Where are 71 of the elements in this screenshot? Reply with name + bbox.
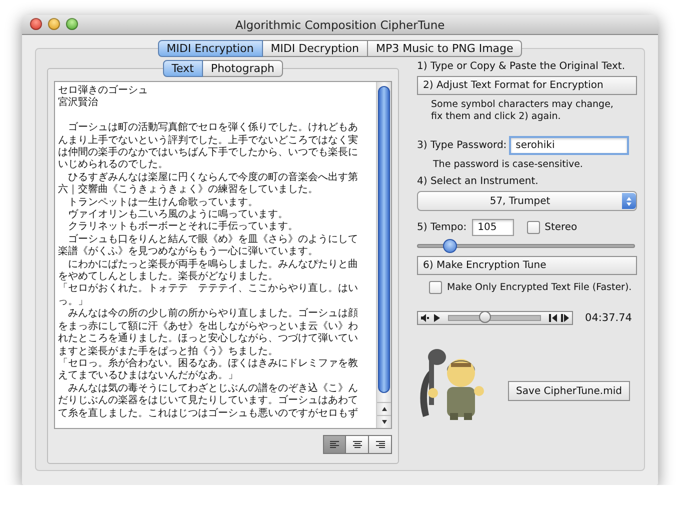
close-button[interactable] [30,18,42,30]
text-line: ゴーシュは町の活動写真館でセロを弾く係りでした。けれどもあ [67,122,359,134]
checkbox[interactable] [429,281,442,294]
text-line: て糸を直しました。これはじつはゴーシュも悪いのですがセロもず [58,408,359,420]
align-center-button[interactable] [346,435,369,454]
note-text: Some symbol characters may change, [431,99,614,111]
tab[interactable]: Text [162,60,203,77]
tab[interactable]: MIDI Decryption [262,40,368,57]
text-line: 六｜交響曲《こうきょうきょく》の練習をしていました。 [58,184,319,196]
minimize-button[interactable] [48,18,60,30]
instrument-label: 4) Select an Instrument. [417,176,540,187]
text-line: だりじぶんの楽器をはじいて見たりしています。ゴーシュはあわて [58,395,359,408]
instrument-select[interactable]: 57, Trumpet [417,191,637,211]
text-line: ヴァイオリンも二いろ風のように鳴っています。 [67,209,289,220]
time-readout: 04:37.74 [585,312,632,324]
text-line: クラリネットもボーボーとそれに手伝っています。 [67,221,299,234]
audio-player[interactable] [417,311,574,325]
tempo-slider[interactable] [417,239,635,253]
align-right-icon [374,440,386,449]
text-line: 宮沢賢治 [58,97,99,110]
align-left-icon [329,440,340,449]
password-label: 3) Type Password: [417,140,507,151]
text-line: にわかにぱたっと楽長が両手を鳴らしました。みんなぴたりと曲 [67,258,359,271]
text-line: 「セロっ。糸が合わない。困るなあ。ぼくはきみにドレミファを教 [58,358,359,370]
make-tune-button[interactable]: 6) Make Encryption Tune [417,256,637,275]
text-line: えてまでいるひまはないんだがなあ。」 [58,370,239,382]
text-line: ゴーシュも口をりんと結んで眼《め》を皿《さら》のようにして [67,234,359,246]
text-line: ひるすぎみんなは楽屋に円くならんで今度の町の音楽会へ出す第 [67,172,359,184]
align-right-button[interactable] [369,435,392,454]
checkbox[interactable] [526,221,540,234]
text-line: みんなは今の所の少し前の所からやり直しました。ゴーシュは顔 [67,308,359,320]
note-text: fix them and click 2) again. [431,111,562,123]
step-forward-icon[interactable] [561,314,570,322]
text-line: れたところを通りました。ほっと安心しながら、つづけて弾いてい [58,333,359,346]
play-icon[interactable] [434,314,440,322]
scrollbar[interactable] [376,82,391,428]
text-line: トランペットは一生けん命歌っています。 [67,196,259,209]
align-center-icon [352,440,362,449]
zoom-button[interactable] [66,18,78,30]
checkbox-label: Make Only Encrypted Text File (Faster). [447,282,632,293]
playhead[interactable] [479,311,492,323]
adjust-format-button[interactable]: 2) Adjust Text Format for Encryption [417,76,637,95]
text-line: は仲間の楽手のなかではいちばん下手でしたから、いつでも楽長に [58,147,359,160]
text-line: ますと楽長がまた手をぱっと拍《う》ちました。 [58,346,279,358]
text-line: 楽譜《がくふ》を見つめながらもう一心に弾いています。 [58,246,319,258]
text-area[interactable] [54,81,392,429]
password-field[interactable]: serohiki [508,136,629,155]
text-line: いじめられるのでした。 [58,159,169,172]
slider-thumb[interactable] [442,239,457,253]
scroll-thumb[interactable] [378,86,390,393]
window-title: Algorithmic Composition CipherTune [235,18,445,32]
tempo-label: 5) Tempo: [417,222,467,233]
volume-icon[interactable] [421,314,430,322]
text-line: セロ弾きのゴーシュ [58,85,149,96]
text-line: んまり上手でないという評判でした。上手でないどころではなく実 [58,134,359,146]
text-line: をまっ赤にして額に汗《あせ》を出しながらやっといま云《い》わ [58,320,359,332]
text-line: っ。」 [58,296,89,308]
step-back-icon[interactable] [549,314,558,322]
text-line: みんなは気の毒そうにしてわざとじぶんの譜をのぞき込《こ》ん [67,382,359,395]
text-line: 「セロがおくれた。トォテテ テテテイ、ここからやり直し。はい [58,283,359,296]
text-line: をやめてしんとしました。楽長がどなりました。 [58,271,279,282]
align-left-button[interactable] [323,435,346,454]
hint-text: The password is case-sensitive. [433,159,584,170]
tab[interactable]: Photograph [202,60,284,77]
tab[interactable]: MIDI Encryption [158,40,263,57]
tempo-field[interactable]: 105 [472,219,514,236]
tab[interactable]: MP3 Music to PNG Image [368,40,522,57]
checkbox-label: Stereo [544,222,578,233]
save-button[interactable]: Save CipherTune.mid [508,381,630,401]
stepper-icon [622,193,636,209]
instruction-text: 1) Type or Copy & Paste the Original Text. [417,61,626,72]
